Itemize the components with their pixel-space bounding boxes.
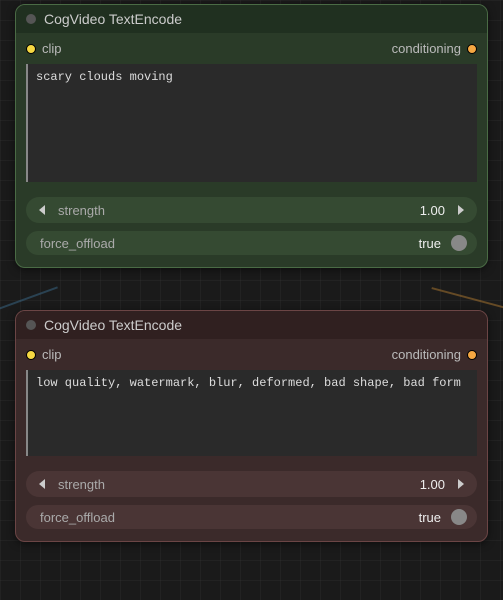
output-port-conditioning[interactable]: conditioning bbox=[392, 41, 477, 56]
prompt-textarea[interactable] bbox=[26, 64, 477, 182]
input-port-clip[interactable]: clip bbox=[26, 41, 62, 56]
output-label: conditioning bbox=[392, 347, 461, 362]
node-positive[interactable]: CogVideo TextEncode clip conditioning st… bbox=[15, 4, 488, 268]
strength-label: strength bbox=[58, 477, 105, 492]
port-dot-icon bbox=[467, 350, 477, 360]
triangle-left-icon bbox=[38, 205, 48, 215]
node-title: CogVideo TextEncode bbox=[44, 317, 182, 333]
io-ports-row: clip conditioning bbox=[16, 339, 487, 370]
strength-label: strength bbox=[58, 203, 105, 218]
input-port-clip[interactable]: clip bbox=[26, 347, 62, 362]
strength-param[interactable]: strength 1.00 bbox=[26, 197, 477, 223]
prompt-textarea[interactable] bbox=[26, 370, 477, 456]
triangle-right-icon bbox=[455, 479, 465, 489]
force-offload-toggle[interactable]: force_offload true bbox=[26, 505, 477, 529]
io-ports-row: clip conditioning bbox=[16, 33, 487, 64]
port-dot-icon bbox=[26, 350, 36, 360]
toggle-knob-icon bbox=[451, 509, 467, 525]
decrement-button[interactable] bbox=[34, 475, 52, 493]
port-dot-icon bbox=[467, 44, 477, 54]
increment-button[interactable] bbox=[451, 475, 469, 493]
node-titlebar[interactable]: CogVideo TextEncode bbox=[16, 5, 487, 33]
decrement-button[interactable] bbox=[34, 201, 52, 219]
output-label: conditioning bbox=[392, 41, 461, 56]
triangle-right-icon bbox=[455, 205, 465, 215]
toggle-knob-icon bbox=[451, 235, 467, 251]
node-negative[interactable]: CogVideo TextEncode clip conditioning st… bbox=[15, 310, 488, 542]
node-title: CogVideo TextEncode bbox=[44, 11, 182, 27]
collapse-dot-icon[interactable] bbox=[26, 14, 36, 24]
output-port-conditioning[interactable]: conditioning bbox=[392, 347, 477, 362]
increment-button[interactable] bbox=[451, 201, 469, 219]
triangle-left-icon bbox=[38, 479, 48, 489]
port-dot-icon bbox=[26, 44, 36, 54]
offload-label: force_offload bbox=[40, 236, 115, 251]
offload-label: force_offload bbox=[40, 510, 115, 525]
strength-value: 1.00 bbox=[420, 477, 445, 492]
offload-value: true bbox=[419, 236, 441, 251]
offload-value: true bbox=[419, 510, 441, 525]
input-label: clip bbox=[42, 41, 62, 56]
strength-value: 1.00 bbox=[420, 203, 445, 218]
strength-param[interactable]: strength 1.00 bbox=[26, 471, 477, 497]
input-label: clip bbox=[42, 347, 62, 362]
force-offload-toggle[interactable]: force_offload true bbox=[26, 231, 477, 255]
node-titlebar[interactable]: CogVideo TextEncode bbox=[16, 311, 487, 339]
collapse-dot-icon[interactable] bbox=[26, 320, 36, 330]
